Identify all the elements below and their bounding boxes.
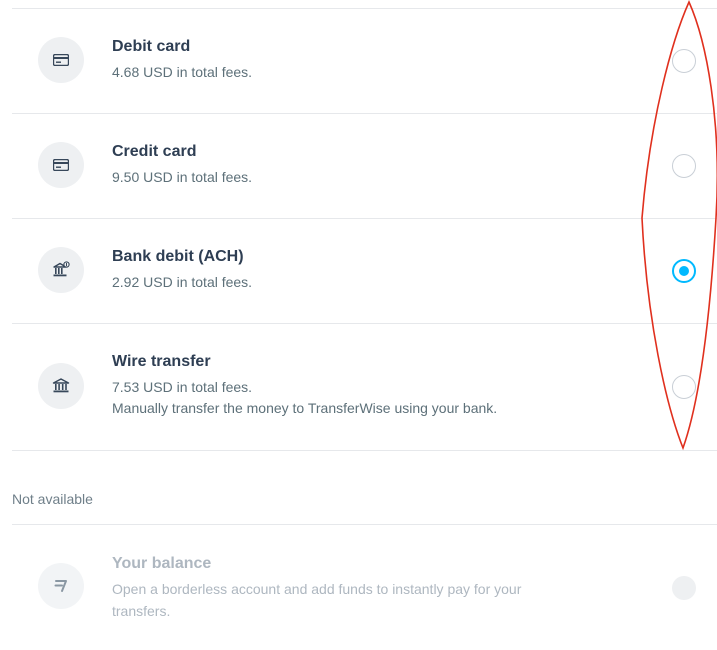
payment-method-page: Debit card 4.68 USD in total fees. Credi… [0,0,717,650]
option-fee: 9.50 USD in total fees. [112,169,253,185]
option-description: Open a borderless account and add funds … [112,581,522,597]
radio-credit-card[interactable] [672,154,696,178]
option-note: Manually transfer the money to TransferW… [112,400,498,416]
option-fee: 2.92 USD in total fees. [112,274,253,290]
option-description-continued: transfers. [112,603,171,619]
card-icon [38,37,84,83]
transferwise-logo-icon [38,563,84,609]
option-title: Wire transfer [112,353,211,370]
payment-option-wire-transfer[interactable]: Wire transfer 7.53 USD in total fees. Ma… [0,324,717,450]
section-label-not-available: Not available [12,491,93,507]
option-title: Bank debit (ACH) [112,248,244,265]
option-fee: 4.68 USD in total fees. [112,64,253,80]
bank-debit-icon [38,247,84,293]
card-icon [38,142,84,188]
radio-bank-debit[interactable] [672,259,696,283]
radio-wire-transfer[interactable] [672,375,696,399]
payment-option-your-balance: Your balance Open a borderless account a… [0,525,717,650]
radio-your-balance [672,576,696,600]
option-title: Your balance [112,555,212,572]
option-title: Debit card [112,38,191,55]
payment-option-credit-card[interactable]: Credit card 9.50 USD in total fees. [0,114,717,218]
option-title: Credit card [112,143,197,160]
divider [12,450,717,451]
option-fee: 7.53 USD in total fees. [112,379,253,395]
bank-icon [38,363,84,409]
payment-option-debit-card[interactable]: Debit card 4.68 USD in total fees. [0,9,717,113]
payment-option-bank-debit[interactable]: Bank debit (ACH) 2.92 USD in total fees. [0,219,717,323]
radio-debit-card[interactable] [672,49,696,73]
